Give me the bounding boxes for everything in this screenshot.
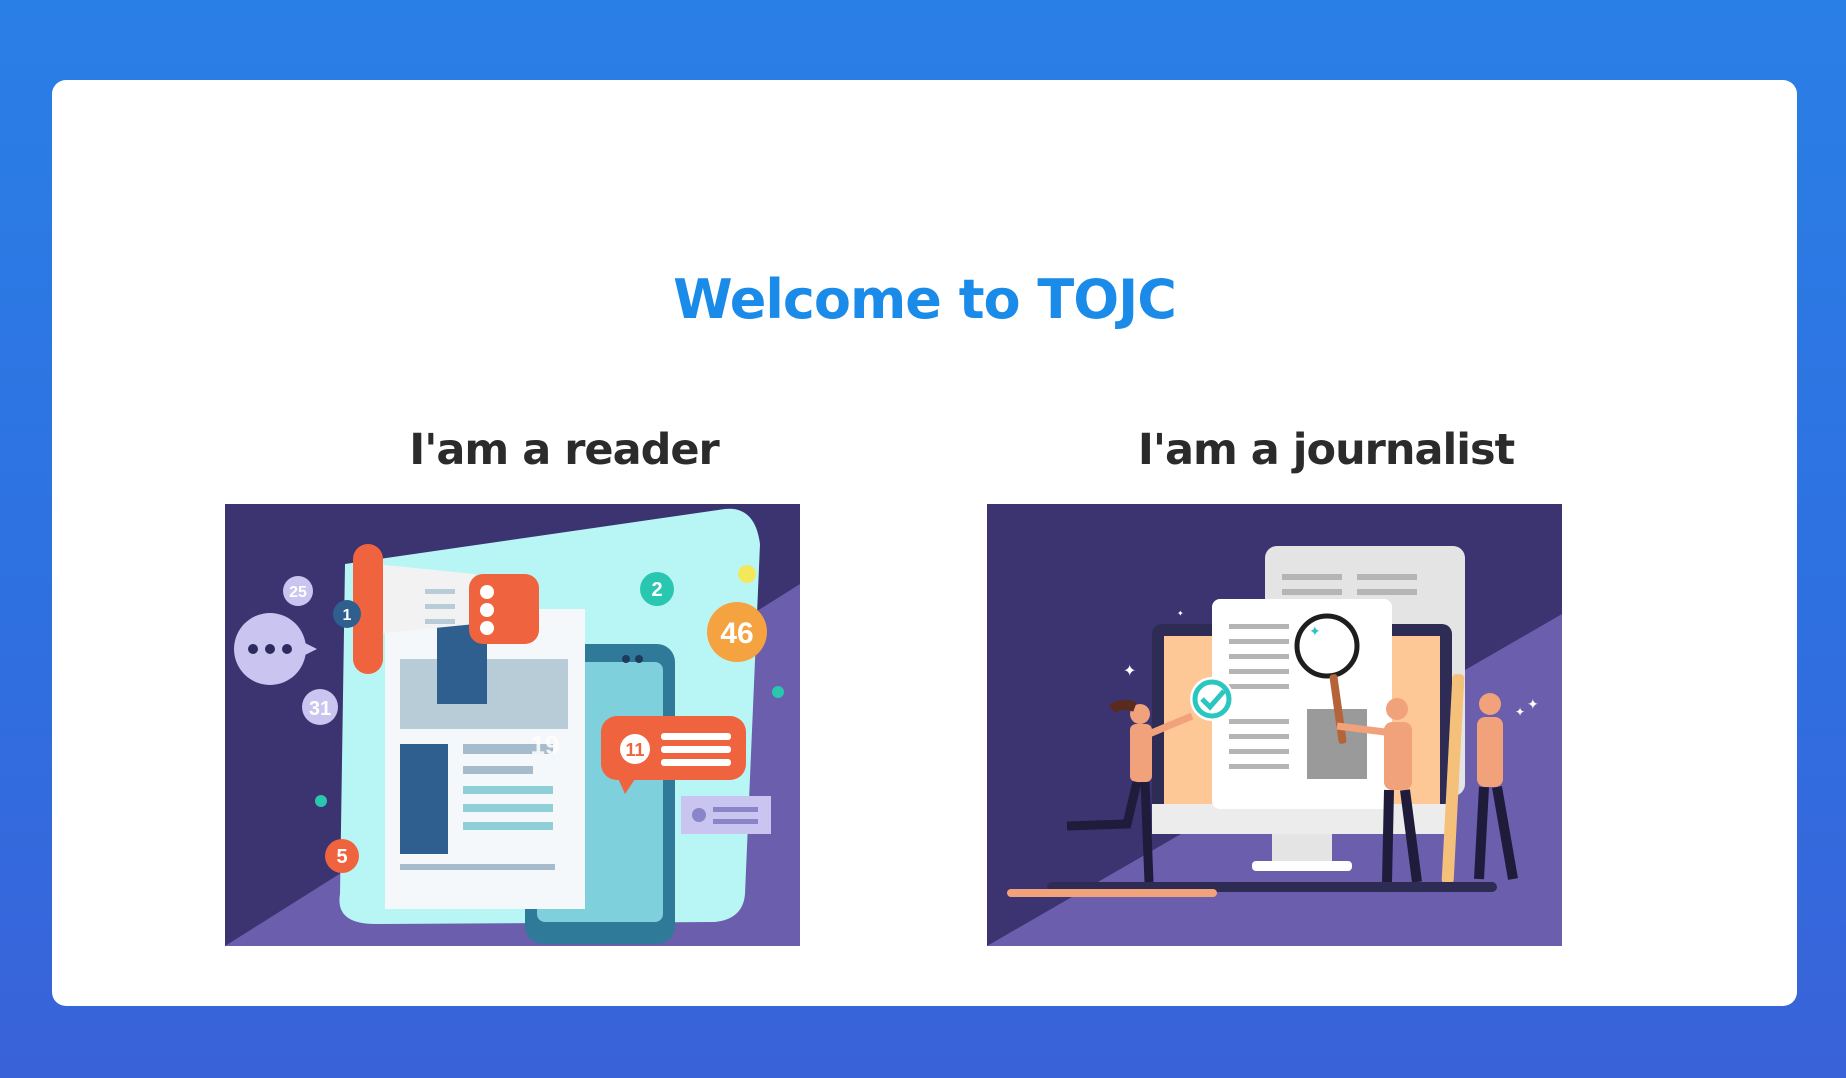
svg-text:25: 25 (289, 584, 307, 601)
svg-text:✦: ✦ (1177, 609, 1184, 618)
svg-text:✦: ✦ (1527, 697, 1539, 713)
journalist-option-heading[interactable]: I'am a journalist (976, 425, 1676, 475)
svg-text:46: 46 (720, 617, 753, 650)
reader-option-heading[interactable]: I'am a reader (214, 425, 914, 475)
svg-text:11: 11 (625, 740, 644, 760)
svg-text:✦: ✦ (1123, 661, 1136, 680)
reader-illustration[interactable]: 25 1 2 46 31 19 5 11 (225, 504, 800, 946)
journalist-illustration-svg: ✦ ✦ ✦ ✦ ✦ (987, 504, 1562, 946)
badge-31: 31 (302, 689, 338, 725)
svg-text:✦: ✦ (1515, 705, 1525, 719)
badge-1: 1 (333, 600, 361, 628)
badge-19: 19 (531, 730, 560, 760)
badge-2: 2 (640, 572, 674, 606)
journalist-illustration[interactable]: ✦ ✦ ✦ ✦ ✦ (987, 504, 1562, 946)
badge-46: 46 (707, 602, 767, 662)
page-title: Welcome to TOJC (673, 268, 1177, 331)
svg-text:2: 2 (651, 579, 662, 601)
svg-text:5: 5 (336, 846, 347, 868)
badge-25: 25 (283, 576, 313, 606)
badge-5: 5 (325, 839, 359, 873)
reader-illustration-svg: 25 1 2 46 31 19 5 11 (225, 504, 800, 946)
svg-text:19: 19 (531, 730, 560, 760)
svg-text:1: 1 (343, 607, 352, 624)
svg-text:31: 31 (309, 698, 331, 720)
svg-text:✦: ✦ (1309, 624, 1321, 640)
